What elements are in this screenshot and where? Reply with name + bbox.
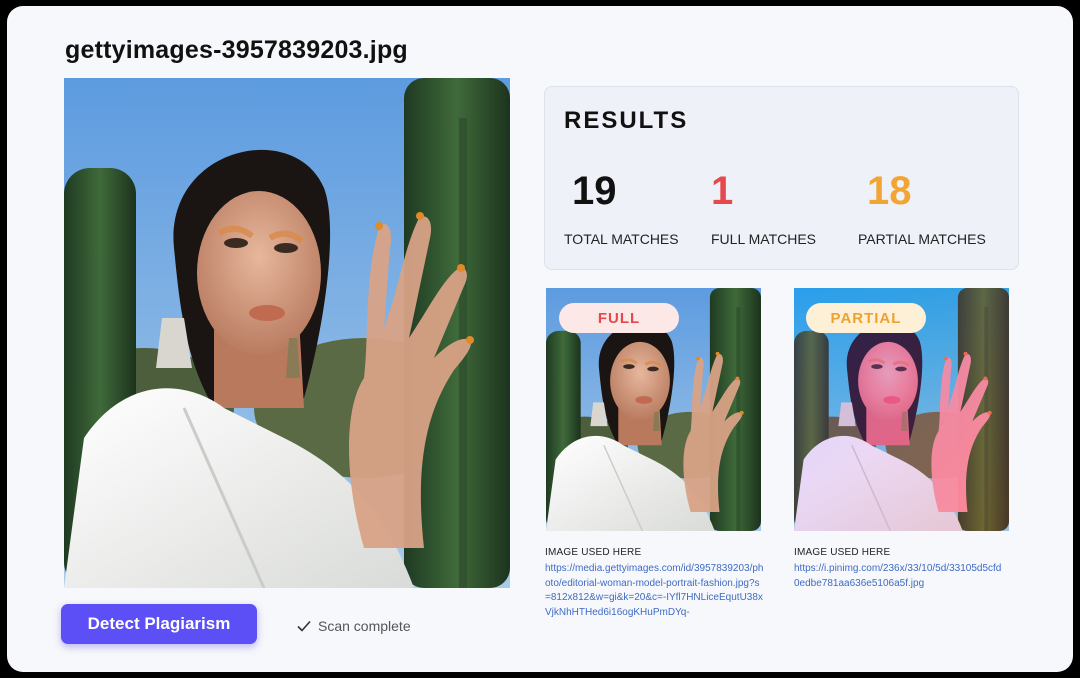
full-match-thumbnail[interactable]: FULL	[546, 288, 761, 531]
results-heading: RESULTS	[564, 107, 689, 134]
scan-status-text: Scan complete	[318, 618, 411, 634]
partial-matches-value: 18	[867, 169, 912, 213]
total-matches-value: 19	[572, 169, 617, 213]
full-matches-label: FULL MATCHES	[711, 231, 817, 247]
partial-match-url-link[interactable]: https://i.pinimg.com/236x/33/10/5d/33105…	[794, 562, 1004, 591]
partial-match-badge: PARTIAL	[806, 303, 926, 333]
partial-matches-stat: 18 PARTIAL MATCHES	[858, 169, 986, 247]
partial-match-used-label: IMAGE USED HERE	[794, 547, 891, 558]
total-matches-label: TOTAL MATCHES	[564, 231, 679, 247]
full-match-used-label: IMAGE USED HERE	[545, 547, 642, 558]
full-matches-value: 1	[711, 169, 734, 213]
scan-status: Scan complete	[296, 618, 411, 634]
full-matches-stat: 1 FULL MATCHES	[711, 169, 816, 247]
total-matches-stat: 19 TOTAL MATCHES	[564, 169, 679, 247]
results-panel: RESULTS 19 TOTAL MATCHES 1 FULL MATCHES …	[544, 86, 1019, 270]
detect-plagiarism-button[interactable]: Detect Plagiarism	[61, 604, 257, 644]
full-match-url-link[interactable]: https://media.gettyimages.com/id/3957839…	[545, 562, 765, 620]
plagiarism-report-card: gettyimages-3957839203.jpg Detect Plagia…	[7, 6, 1073, 672]
file-name-title: gettyimages-3957839203.jpg	[65, 36, 408, 64]
uploaded-image	[64, 78, 510, 588]
partial-match-thumbnail[interactable]: PARTIAL	[794, 288, 1009, 531]
check-icon	[297, 620, 311, 632]
partial-matches-label: PARTIAL MATCHES	[858, 231, 986, 247]
full-match-badge: FULL	[559, 303, 679, 333]
